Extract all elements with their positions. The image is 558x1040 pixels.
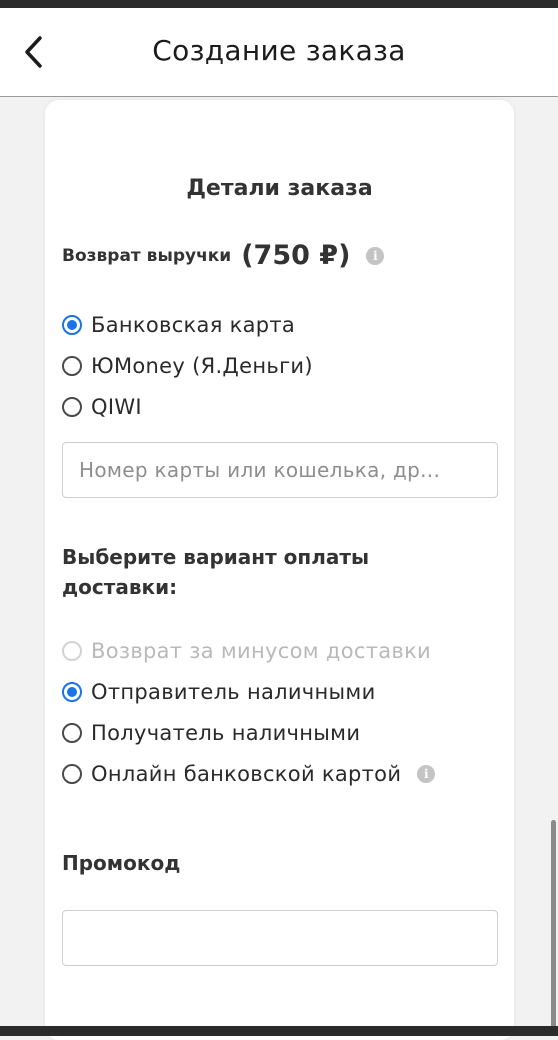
account-number-input[interactable]: Номер карты или кошелька, др... (62, 442, 498, 498)
payout-option-qiwi[interactable]: QIWI (62, 386, 313, 427)
payout-option-label: Банковская карта (91, 312, 296, 337)
payout-option-label: QIWI (91, 394, 142, 419)
app-header: Создание заказа (0, 8, 558, 97)
delivery-option-label: Онлайн банковской картой (91, 761, 402, 786)
radio-button[interactable] (62, 722, 82, 743)
refund-info-icon[interactable]: i (366, 246, 385, 265)
system-nav-bar (0, 1026, 558, 1036)
payout-option-label: ЮMoney (Я.Деньги) (91, 353, 313, 378)
delivery-payment-group: Возврат за минусом доставки Отправитель … (62, 630, 436, 794)
scrollbar[interactable] (551, 820, 556, 1036)
delivery-option-label: Получатель наличными (91, 720, 361, 745)
delivery-payment-title: Выберите вариант оплаты доставки: (62, 545, 370, 599)
refund-label: Возврат выручки (62, 245, 232, 266)
page-title: Создание заказа (152, 34, 406, 67)
order-form-card: Детали заказа Возврат выручки (750 ₽) i … (45, 100, 514, 1040)
status-bar (0, 0, 558, 8)
online-card-info-icon[interactable]: i (417, 764, 436, 783)
payout-option-bank-card[interactable]: Банковская карта (62, 304, 313, 345)
account-number-placeholder: Номер карты или кошелька, др... (79, 458, 441, 482)
delivery-option-minus-delivery: Возврат за минусом доставки (62, 630, 435, 671)
delivery-option-sender-cash[interactable]: Отправитель наличными (62, 671, 435, 712)
radio-button[interactable] (62, 314, 82, 335)
refund-amount: (750 ₽) (241, 240, 351, 271)
radio-button[interactable] (62, 396, 82, 417)
delivery-option-recipient-cash[interactable]: Получатель наличными (62, 712, 435, 753)
promo-code-input[interactable] (62, 910, 498, 966)
payout-option-yumoney[interactable]: ЮMoney (Я.Деньги) (62, 345, 313, 386)
delivery-option-label: Отправитель наличными (91, 679, 376, 704)
delivery-option-online-card[interactable]: Онлайн банковской картой i (62, 753, 436, 794)
radio-button[interactable] (62, 763, 82, 784)
order-details-title: Детали заказа (186, 176, 373, 201)
radio-button[interactable] (62, 681, 82, 702)
refund-row: Возврат выручки (750 ₽) i (62, 240, 385, 271)
radio-button (62, 640, 82, 661)
radio-button[interactable] (62, 355, 82, 376)
payout-method-group: Банковская карта ЮMoney (Я.Деньги) QIWI (62, 304, 313, 427)
delivery-option-label: Возврат за минусом доставки (91, 638, 431, 663)
promo-title: Промокод (62, 851, 181, 875)
